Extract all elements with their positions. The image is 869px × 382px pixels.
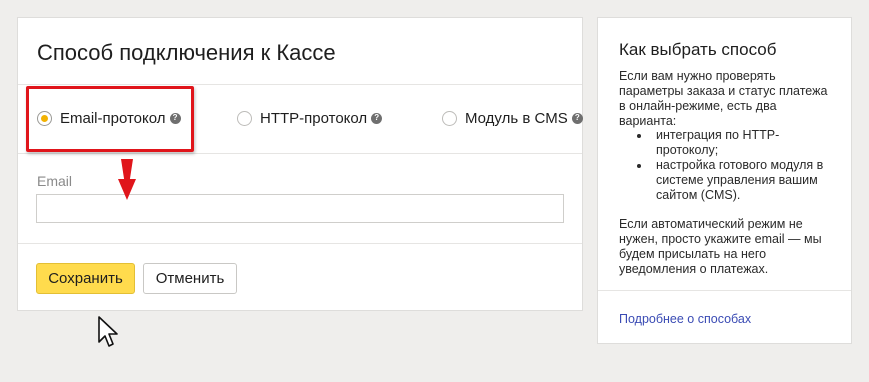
help-outro: Если автоматический режим не нужен, прос…	[619, 217, 822, 276]
save-button[interactable]: Сохранить	[36, 263, 135, 294]
help-icon[interactable]: ?	[571, 112, 583, 124]
radio-label-http-protocol: HTTP-протокол	[260, 109, 368, 127]
divider	[18, 84, 582, 85]
mouse-pointer-icon	[98, 316, 118, 347]
down-arrow-icon	[118, 159, 136, 200]
cancel-button[interactable]: Отменить	[143, 263, 237, 294]
more-about-methods-link[interactable]: Подробнее о способах	[619, 312, 751, 326]
email-field[interactable]	[36, 194, 564, 223]
divider	[18, 243, 582, 244]
help-title: Как выбрать способ	[619, 40, 777, 59]
card-title: Способ подключения к Кассе	[37, 40, 336, 65]
divider	[598, 290, 851, 291]
radio-cms-module[interactable]: Модуль в CMS ?	[442, 107, 583, 129]
radio-button[interactable]	[237, 110, 252, 126]
radio-label-cms-module: Модуль в CMS	[465, 109, 568, 127]
list-item: интеграция по HTTP-протоколу;	[637, 128, 834, 158]
divider	[18, 153, 582, 154]
help-icon[interactable]: ?	[371, 112, 383, 124]
connection-method-card: Способ подключения к Кассе Email-протоко…	[17, 17, 583, 311]
radio-http-protocol[interactable]: HTTP-протокол ?	[237, 107, 383, 129]
annotation-highlight-box	[26, 86, 194, 152]
help-list: интеграция по HTTP-протоколу; настройка …	[619, 128, 834, 203]
help-intro: Если вам нужно проверять параметры заказ…	[619, 69, 828, 128]
radio-button[interactable]	[442, 110, 457, 126]
help-sidebar: Как выбрать способ Если вам нужно провер…	[597, 17, 852, 344]
list-item: настройка готового модуля в системе упра…	[637, 158, 834, 203]
email-field-label: Email	[37, 173, 73, 189]
